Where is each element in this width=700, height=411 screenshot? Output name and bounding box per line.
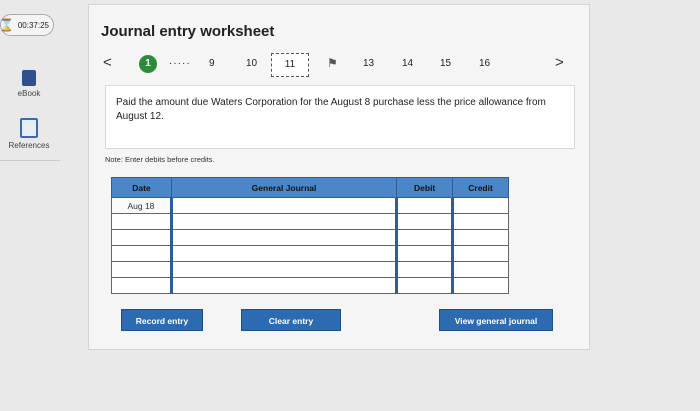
next-arrow-icon[interactable]: >: [555, 54, 564, 71]
account-cell[interactable]: [169, 277, 399, 294]
step-11-current[interactable]: 11: [271, 53, 309, 77]
prev-arrow-icon[interactable]: <: [103, 54, 112, 71]
table-row: [111, 261, 509, 278]
record-entry-button[interactable]: Record entry: [121, 309, 203, 331]
credit-cell[interactable]: [452, 277, 509, 294]
credit-cell[interactable]: [452, 229, 509, 246]
book-icon: [22, 70, 36, 86]
table-row: Aug 18: [111, 197, 509, 214]
clear-entry-button[interactable]: Clear entry: [241, 309, 341, 331]
account-cell[interactable]: [169, 213, 399, 230]
account-cell[interactable]: [169, 245, 399, 262]
step-1[interactable]: 1: [139, 55, 157, 73]
prompt-text: Paid the amount due Waters Corporation f…: [116, 97, 546, 122]
journal-table: Date General Journal Debit Credit Aug 18: [111, 177, 509, 294]
references-icon: [20, 118, 38, 138]
step-navigation: < 1 ····· 9 10 11 ⚑ 13 14 15 16 >: [89, 53, 589, 79]
flag-icon[interactable]: ⚑: [327, 56, 338, 70]
steps-ellipsis: ·····: [169, 58, 191, 69]
credit-cell[interactable]: [452, 213, 509, 230]
hourglass-icon: ⌛: [0, 18, 14, 32]
account-cell[interactable]: [169, 197, 399, 214]
step-9[interactable]: 9: [209, 58, 215, 69]
date-cell[interactable]: [111, 277, 172, 294]
col-debit: Debit: [396, 177, 454, 198]
step-16[interactable]: 16: [479, 58, 490, 69]
ebook-label: eBook: [17, 89, 41, 98]
debit-cell[interactable]: [396, 229, 455, 246]
col-general-journal: General Journal: [170, 177, 398, 198]
col-credit: Credit: [452, 177, 509, 198]
references-label: References: [8, 141, 50, 150]
worksheet-panel: Journal entry worksheet < 1 ····· 9 10 1…: [88, 4, 590, 350]
credit-cell[interactable]: [452, 245, 509, 262]
page-title: Journal entry worksheet: [101, 23, 275, 40]
credit-cell[interactable]: [452, 261, 509, 278]
debit-cell[interactable]: [396, 277, 455, 294]
col-date: Date: [111, 177, 172, 198]
step-10[interactable]: 10: [246, 58, 257, 69]
view-general-journal-button[interactable]: View general journal: [439, 309, 553, 331]
rail-divider: [0, 160, 60, 161]
table-row: [111, 229, 509, 246]
references-link[interactable]: References: [0, 118, 58, 150]
date-cell[interactable]: [111, 245, 172, 262]
debit-cell[interactable]: [396, 213, 455, 230]
date-cell[interactable]: [111, 213, 172, 230]
account-cell[interactable]: [169, 229, 399, 246]
date-cell[interactable]: Aug 18: [111, 197, 172, 214]
timer-value: 00:37:25: [17, 21, 49, 30]
date-cell[interactable]: [111, 261, 172, 278]
debit-cell[interactable]: [396, 197, 455, 214]
table-row: [111, 277, 509, 294]
table-row: [111, 213, 509, 230]
ebook-link[interactable]: eBook: [0, 70, 58, 98]
step-14[interactable]: 14: [402, 58, 413, 69]
debit-cell[interactable]: [396, 261, 455, 278]
credit-cell[interactable]: [452, 197, 509, 214]
transaction-prompt: Paid the amount due Waters Corporation f…: [105, 85, 575, 149]
step-15[interactable]: 15: [440, 58, 451, 69]
date-cell[interactable]: [111, 229, 172, 246]
step-13[interactable]: 13: [363, 58, 374, 69]
timer: ⌛ 00:37:25: [0, 14, 54, 36]
debit-cell[interactable]: [396, 245, 455, 262]
journal-header-row: Date General Journal Debit Credit: [111, 177, 509, 198]
note-text: Note: Enter debits before credits.: [105, 155, 215, 164]
account-cell[interactable]: [169, 261, 399, 278]
table-row: [111, 245, 509, 262]
